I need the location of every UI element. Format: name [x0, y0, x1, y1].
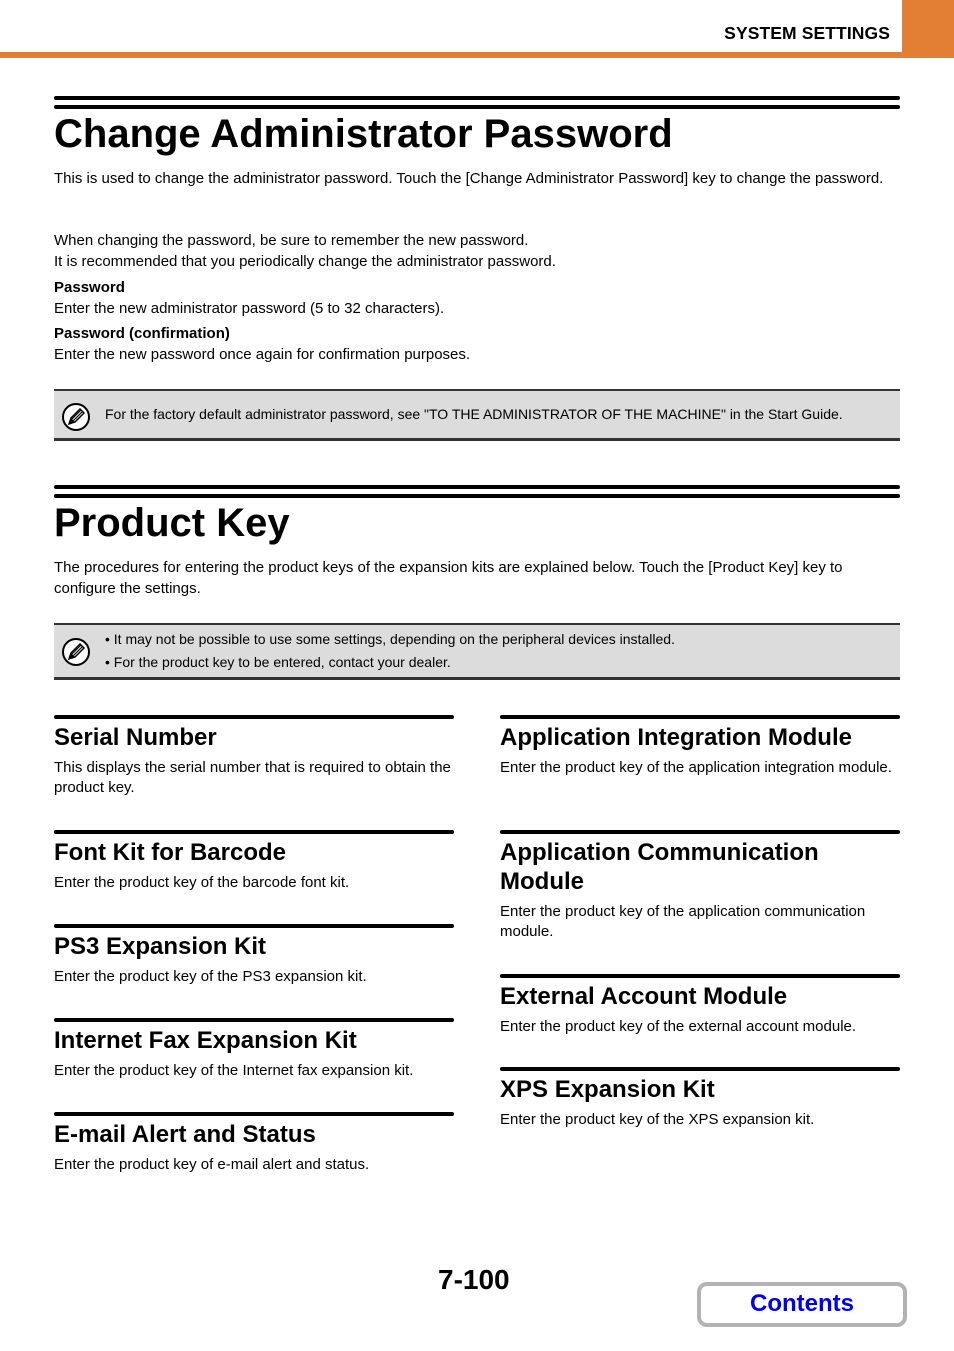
- header-accent-tab: [902, 0, 954, 56]
- note-box-product-key: • It may not be possible to use some set…: [54, 623, 900, 680]
- subsection-desc: Enter the product key of the Internet fa…: [54, 1062, 414, 1079]
- subsection-application-integration-module: Application Integration Module Enter the…: [500, 715, 900, 778]
- chapter-title: SYSTEM SETTINGS: [724, 23, 890, 43]
- contents-button[interactable]: Contents: [697, 1282, 907, 1327]
- subsection-desc: Enter the product key of the PS3 expansi…: [54, 968, 367, 985]
- subsection-title: Font Kit for Barcode: [54, 839, 286, 866]
- subsection-title: Serial Number: [54, 724, 217, 751]
- subsection-serial-number: Serial Number This displays the serial n…: [54, 715, 454, 798]
- subsection-title: Application Communication Module: [500, 839, 819, 895]
- subsection-ps3-expansion-kit: PS3 Expansion Kit Enter the product key …: [54, 924, 454, 987]
- note-text: For the factory default administrator pa…: [105, 406, 843, 422]
- subsection-title: XPS Expansion Kit: [500, 1076, 715, 1103]
- field-desc-password: Enter the new administrator password (5 …: [54, 300, 445, 317]
- page-number: 7-100: [438, 1264, 510, 1295]
- field-desc-password-confirmation: Enter the new password once again for co…: [54, 346, 471, 363]
- note-box-admin-password: For the factory default administrator pa…: [54, 389, 900, 441]
- subsection-internet-fax-expansion-kit: Internet Fax Expansion Kit Enter the pro…: [54, 1018, 454, 1081]
- subsection-desc: Enter the product key of the external ac…: [500, 1018, 857, 1035]
- subsection-desc: Enter the product key of e-mail alert an…: [54, 1156, 370, 1173]
- subsection-desc: Enter the product key of the application…: [500, 903, 866, 940]
- section-title-product-key: Product Key: [54, 501, 290, 545]
- subsection-title: External Account Module: [500, 983, 788, 1010]
- product-key-intro: The procedures for entering the product …: [54, 559, 843, 597]
- subsection-title: Internet Fax Expansion Kit: [54, 1027, 357, 1054]
- note-bullet: • For the product key to be entered, con…: [105, 654, 451, 670]
- admin-password-reminder-2: It is recommended that you periodically …: [54, 253, 556, 270]
- section-title-admin-password: Change Administrator Password: [54, 112, 673, 156]
- header-accent-bar: [0, 52, 954, 58]
- subsection-title: PS3 Expansion Kit: [54, 933, 267, 960]
- subsection-title: Application Integration Module: [500, 724, 852, 751]
- subsection-desc: Enter the product key of the barcode fon…: [54, 874, 350, 891]
- admin-password-reminder-1: When changing the password, be sure to r…: [54, 232, 529, 249]
- subsection-external-account-module: External Account Module Enter the produc…: [500, 974, 900, 1037]
- subsection-email-alert-status: E-mail Alert and Status Enter the produc…: [54, 1112, 454, 1175]
- heading-double-rule: [54, 96, 900, 110]
- heading-double-rule: [54, 485, 900, 499]
- subsection-application-communication-module: Application Communication Module Enter t…: [500, 830, 900, 942]
- pencil-note-icon: [62, 638, 90, 666]
- subsection-desc: Enter the product key of the XPS expansi…: [500, 1111, 815, 1128]
- subsection-desc: This displays the serial number that is …: [54, 759, 451, 796]
- note-bullet: • It may not be possible to use some set…: [105, 631, 675, 647]
- subsection-font-kit-barcode: Font Kit for Barcode Enter the product k…: [54, 830, 454, 893]
- note-bullet-list: • It may not be possible to use some set…: [105, 628, 675, 674]
- field-label-password-confirmation: Password (confirmation): [54, 325, 230, 342]
- subsection-desc: Enter the product key of the application…: [500, 759, 892, 776]
- subsection-title: E-mail Alert and Status: [54, 1121, 316, 1148]
- pencil-note-icon: [62, 403, 90, 431]
- subsection-xps-expansion-kit: XPS Expansion Kit Enter the product key …: [500, 1067, 900, 1130]
- field-label-password: Password: [54, 279, 125, 296]
- admin-password-intro: This is used to change the administrator…: [54, 170, 884, 187]
